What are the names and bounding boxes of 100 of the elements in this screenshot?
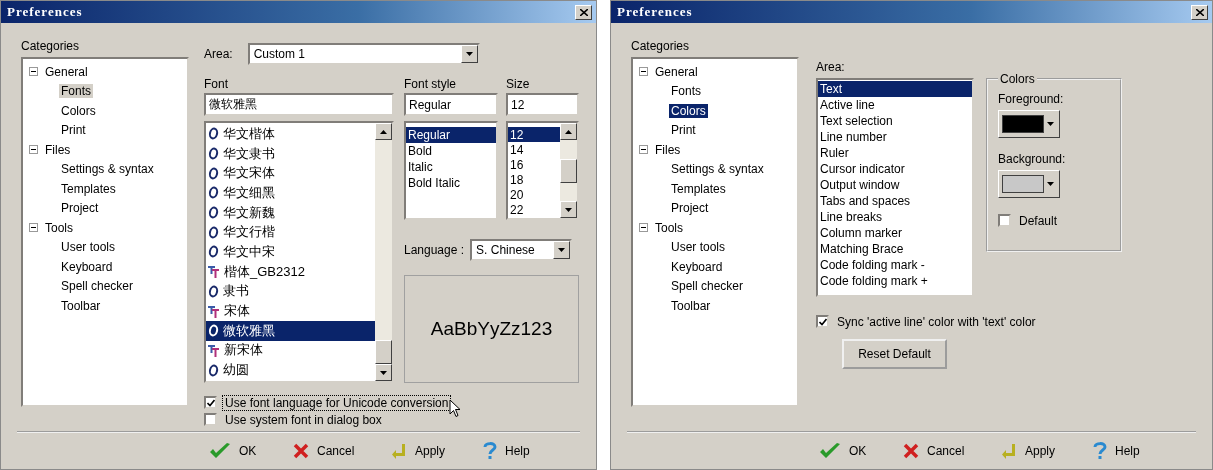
scroll-thumb[interactable] [560, 158, 577, 183]
tree-item[interactable]: Keyboard [669, 259, 725, 274]
font-list-item[interactable]: 隶书 [206, 281, 375, 302]
font-list-item[interactable]: 幼圆 [206, 360, 375, 380]
font-list-item[interactable]: 华文细黑 [206, 183, 375, 203]
reset-default-button[interactable]: Reset Default [842, 339, 947, 369]
collapse-icon[interactable] [639, 145, 648, 155]
collapse-icon[interactable] [29, 145, 38, 155]
area-list-item[interactable]: Text [818, 81, 972, 97]
ok-button[interactable]: OK [203, 440, 273, 462]
font-list-item[interactable]: 华文中宋 [206, 242, 375, 262]
size-item[interactable]: 20 [508, 187, 560, 203]
tree-item[interactable]: Settings & syntax [669, 162, 766, 177]
tree-item[interactable]: Tools [653, 220, 685, 235]
cancel-button[interactable]: Cancel [287, 441, 371, 461]
collapse-icon[interactable] [639, 223, 648, 233]
scroll-down-button[interactable] [560, 201, 577, 218]
font-list-item[interactable]: 华文新魏 [206, 202, 375, 223]
font-list-item[interactable]: 华文行楷 [206, 222, 375, 243]
area-list-item[interactable]: Text selection [818, 113, 972, 129]
area-list-item[interactable]: Column marker [818, 225, 972, 241]
area-list-item[interactable]: Code folding mark - [818, 257, 972, 273]
area-list-item[interactable]: Line number [818, 129, 972, 145]
checkbox[interactable] [204, 396, 217, 409]
cancel-button[interactable]: Cancel [897, 441, 981, 461]
tree-item[interactable]: Project [59, 201, 101, 216]
area-list-item[interactable]: Tabs and spaces [818, 193, 972, 209]
tree-item[interactable]: User tools [59, 240, 118, 255]
checkbox[interactable] [204, 413, 217, 426]
collapse-icon[interactable] [29, 223, 38, 233]
font-list-item[interactable]: 华文隶书 [206, 143, 375, 164]
size-item[interactable]: 14 [508, 142, 560, 158]
tree-item[interactable]: General [43, 64, 90, 79]
tree-item[interactable]: Fonts [669, 84, 703, 99]
checkbox[interactable] [998, 214, 1011, 227]
tree-item[interactable]: Keyboard [59, 259, 115, 274]
font-style-item[interactable]: Italic [406, 159, 496, 175]
tree-item[interactable]: Toolbar [59, 298, 103, 313]
area-dropdown[interactable]: Custom 1 [247, 43, 480, 65]
tree-item[interactable]: Settings & syntax [59, 162, 156, 177]
scrollbar[interactable] [560, 123, 577, 218]
tree-item[interactable]: Colors [669, 103, 708, 118]
area-list-item[interactable]: Line breaks [818, 209, 972, 225]
help-button[interactable]: Help [1087, 439, 1157, 463]
scroll-down-button[interactable] [375, 364, 392, 381]
tree-item[interactable]: Spell checker [669, 279, 746, 294]
tree-item[interactable]: Fonts [59, 84, 93, 99]
dropdown-button[interactable] [460, 45, 478, 63]
font-style-item[interactable]: Bold [406, 143, 496, 159]
tree-item[interactable]: Templates [59, 181, 118, 196]
checkbox-label[interactable]: Use system font in dialog box [223, 412, 384, 427]
tree-item[interactable]: General [653, 64, 700, 79]
area-list-item[interactable]: Code folding mark + [818, 273, 972, 289]
font-list-item[interactable]: 新宋体 [206, 340, 375, 361]
size-item[interactable]: 16 [508, 157, 560, 173]
area-list-item[interactable]: Ruler [818, 145, 972, 161]
font-style-item[interactable]: Regular [406, 127, 496, 143]
size-item[interactable]: 12 [508, 127, 560, 143]
font-list-item[interactable]: 华文楷体 [206, 124, 375, 144]
apply-button[interactable]: Apply [385, 441, 463, 461]
font-field[interactable]: 微软雅黑 [204, 93, 394, 116]
checkbox-label[interactable]: Use font language for Unicode conversion [223, 395, 451, 410]
font-list-item[interactable]: 宋体 [206, 301, 375, 321]
color-picker-button[interactable] [998, 170, 1060, 198]
checkbox-label[interactable]: Default [1017, 213, 1060, 228]
font-style-field[interactable]: Regular [404, 93, 498, 116]
area-list-item[interactable]: Matching Brace [818, 241, 972, 257]
font-list-item[interactable]: 楷体_GB2312 [206, 261, 375, 282]
close-button[interactable] [575, 4, 592, 20]
dropdown-button[interactable] [553, 241, 571, 259]
tree-item[interactable]: Spell checker [59, 279, 136, 294]
language-dropdown[interactable]: S. Chinese [470, 239, 573, 261]
close-button[interactable] [1191, 4, 1208, 20]
size-item[interactable]: 22 [508, 202, 560, 218]
size-item[interactable]: 18 [508, 172, 560, 188]
tree-item[interactable]: Project [669, 201, 711, 216]
area-list-item[interactable]: Output window [818, 177, 972, 193]
scroll-up-button[interactable] [560, 123, 577, 140]
font-style-item[interactable]: Bold Italic [406, 175, 496, 191]
tree-item[interactable]: Files [43, 142, 73, 157]
help-button[interactable]: Help [477, 439, 547, 463]
color-picker-button[interactable] [998, 110, 1060, 138]
ok-button[interactable]: OK [813, 440, 883, 462]
font-list-item[interactable]: 华文宋体 [206, 163, 375, 184]
tree-item[interactable]: Templates [669, 181, 728, 196]
area-list-item[interactable]: Cursor indicator [818, 161, 972, 177]
area-list-item[interactable]: Active line [818, 97, 972, 113]
font-list-item[interactable]: 微软雅黑 [206, 320, 375, 341]
tree-item[interactable]: Files [653, 142, 683, 157]
scrollbar[interactable] [375, 123, 392, 381]
tree-item[interactable]: User tools [669, 240, 728, 255]
tree-item[interactable]: Tools [43, 220, 75, 235]
collapse-icon[interactable] [639, 67, 648, 77]
scroll-up-button[interactable] [375, 123, 392, 140]
collapse-icon[interactable] [29, 67, 38, 77]
checkbox[interactable] [816, 315, 829, 328]
size-field[interactable]: 12 [506, 93, 579, 116]
tree-item[interactable]: Toolbar [669, 298, 713, 313]
scroll-thumb[interactable] [375, 340, 392, 364]
tree-item[interactable]: Print [59, 123, 88, 138]
